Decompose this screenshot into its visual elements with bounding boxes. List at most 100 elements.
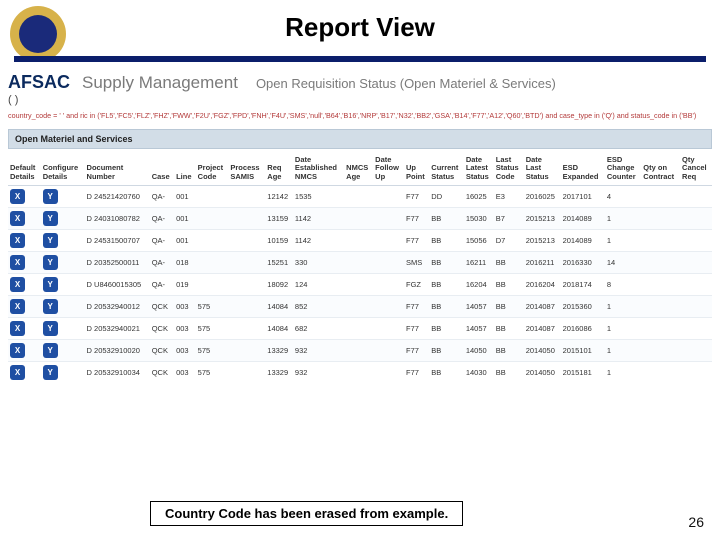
configure-details-button[interactable]: Y (43, 189, 58, 204)
cell (196, 229, 229, 251)
cell: D 20532940021 (85, 317, 150, 339)
cell: 14050 (464, 339, 494, 361)
cell: D 20532940012 (85, 295, 150, 317)
default-details-button[interactable]: X (10, 233, 25, 248)
default-details-button[interactable]: X (10, 299, 25, 314)
cell: 852 (293, 295, 344, 317)
cell (344, 361, 373, 383)
cell (196, 185, 229, 207)
cell (680, 185, 712, 207)
configure-details-button[interactable]: Y (43, 255, 58, 270)
cell: 4 (605, 185, 641, 207)
cell (228, 251, 265, 273)
cell: 16025 (464, 185, 494, 207)
cell: 1142 (293, 229, 344, 251)
default-details-button[interactable]: X (10, 277, 25, 292)
cell: 2016025 (524, 185, 561, 207)
cell: 14057 (464, 317, 494, 339)
cell (641, 317, 680, 339)
column-header: Line (174, 153, 196, 185)
cell: QA- (150, 185, 174, 207)
cell: BB (494, 317, 524, 339)
cell: 10159 (265, 229, 293, 251)
cell: BB (429, 361, 464, 383)
cell (680, 317, 712, 339)
cell: BB (429, 339, 464, 361)
column-header: QtyCancelReq (680, 153, 712, 185)
column-header: ConfigureDetails (41, 153, 85, 185)
cell: 2015181 (561, 361, 605, 383)
cell: 15056 (464, 229, 494, 251)
column-header: DateFollowUp (373, 153, 404, 185)
default-details-button[interactable]: X (10, 365, 25, 380)
default-details-button[interactable]: X (10, 321, 25, 336)
cell: 003 (174, 339, 196, 361)
cell: 2016204 (524, 273, 561, 295)
cell: 2016086 (561, 317, 605, 339)
column-header: ESDExpanded (561, 153, 605, 185)
cell: DD (429, 185, 464, 207)
cell (641, 339, 680, 361)
cell (228, 229, 265, 251)
cell (373, 251, 404, 273)
cell (680, 273, 712, 295)
default-details-button[interactable]: X (10, 211, 25, 226)
cell (641, 229, 680, 251)
cell: 2015213 (524, 229, 561, 251)
configure-details-button[interactable]: Y (43, 321, 58, 336)
cell (641, 207, 680, 229)
cell: 1 (605, 207, 641, 229)
default-details-button[interactable]: X (10, 189, 25, 204)
cell (641, 361, 680, 383)
cell (228, 295, 265, 317)
cell: D 20532910034 (85, 361, 150, 383)
table-row: XYD 20352500011QA-01815251330SMSBB16211B… (8, 251, 712, 273)
app-header: AFSAC Supply Management Open Requisition… (8, 72, 712, 93)
column-header: Case (150, 153, 174, 185)
app-brand-a: AFSAC (8, 72, 70, 93)
cell: BB (429, 251, 464, 273)
configure-details-button[interactable]: Y (43, 299, 58, 314)
table-row: XYD 24531500707QA-001101591142F77BB15056… (8, 229, 712, 251)
cell: 2014089 (561, 207, 605, 229)
configure-details-button[interactable]: Y (43, 365, 58, 380)
cell: QCK (150, 295, 174, 317)
default-details-button[interactable]: X (10, 255, 25, 270)
cell: F77 (404, 207, 429, 229)
configure-details-button[interactable]: Y (43, 211, 58, 226)
cell (641, 295, 680, 317)
cell (344, 273, 373, 295)
cell: F77 (404, 317, 429, 339)
configure-details-button[interactable]: Y (43, 277, 58, 292)
cell: D 24531500707 (85, 229, 150, 251)
cell: 13329 (265, 361, 293, 383)
cell: BB (494, 251, 524, 273)
cell: 575 (196, 317, 229, 339)
configure-details-button[interactable]: Y (43, 233, 58, 248)
cell: E3 (494, 185, 524, 207)
default-details-button[interactable]: X (10, 343, 25, 358)
column-header: DateLastStatus (524, 153, 561, 185)
column-header: Qty onContract (641, 153, 680, 185)
cell: 12142 (265, 185, 293, 207)
cell: 2015101 (561, 339, 605, 361)
cell: 1 (605, 295, 641, 317)
cell (344, 295, 373, 317)
configure-details-button[interactable]: Y (43, 343, 58, 358)
cell: 330 (293, 251, 344, 273)
cell: 8 (605, 273, 641, 295)
cell (196, 251, 229, 273)
cell: 2014087 (524, 295, 561, 317)
cell: BB (494, 339, 524, 361)
cell: 14084 (265, 295, 293, 317)
cell (228, 185, 265, 207)
cell: QCK (150, 317, 174, 339)
column-header: DefaultDetails (8, 153, 41, 185)
cell (344, 207, 373, 229)
filter-criteria: country_code = ' ' and ric in ('FL5','FC… (8, 112, 712, 121)
cell: 14057 (464, 295, 494, 317)
cell: BB (494, 361, 524, 383)
cell: QA- (150, 251, 174, 273)
page-number: 26 (688, 514, 704, 530)
cell: 003 (174, 361, 196, 383)
